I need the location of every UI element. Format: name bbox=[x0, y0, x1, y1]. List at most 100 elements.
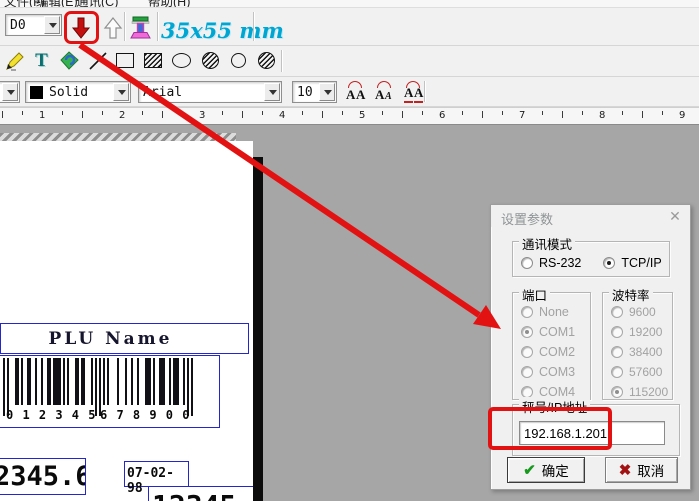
menu-item-4[interactable]: 帮助(H) bbox=[148, 0, 190, 7]
font-button-letter: A bbox=[346, 87, 356, 102]
comm-mode-group: 通讯模式 RS-232 TCP/IP bbox=[512, 234, 670, 277]
font-size-down-button[interactable]: A A bbox=[371, 80, 398, 104]
image-icon bbox=[59, 50, 79, 70]
chevron-down-icon[interactable] bbox=[113, 83, 129, 101]
barcode-digits-right: 6 7 8 9 0 0 bbox=[100, 408, 191, 422]
ip-address-input[interactable] bbox=[519, 421, 665, 445]
fill-style-value: Solid bbox=[49, 85, 89, 100]
ruler-tick bbox=[382, 111, 383, 115]
download-to-scale-button[interactable] bbox=[68, 15, 93, 40]
rectangle-tool-button[interactable] bbox=[112, 48, 137, 73]
font-name-combobox[interactable]: Arial bbox=[138, 81, 282, 103]
radio-icon bbox=[521, 366, 533, 378]
ruler-tick bbox=[82, 111, 83, 118]
radio-label: COM1 bbox=[539, 325, 576, 339]
chevron-down-icon[interactable] bbox=[44, 16, 60, 34]
radio-tcp/ip[interactable]: TCP/IP bbox=[603, 254, 662, 272]
radio-label: 115200 bbox=[629, 385, 669, 399]
toolbar-main: D0 35x55 mm bbox=[0, 8, 699, 46]
ruler-number: 7 bbox=[519, 110, 526, 121]
ruler-number: 4 bbox=[279, 110, 286, 121]
font-size-combobox[interactable]: 10 bbox=[292, 81, 337, 103]
circle-outline-icon bbox=[231, 53, 246, 68]
scale-device-icon bbox=[129, 16, 151, 38]
radio-icon bbox=[611, 386, 623, 398]
comm-mode-label: 通讯模式 bbox=[519, 234, 576, 253]
ruler-tick bbox=[62, 111, 63, 115]
ruler-tick bbox=[142, 111, 143, 115]
clipped-combobox[interactable] bbox=[0, 81, 20, 103]
radio-label: None bbox=[539, 305, 569, 319]
upload-from-scale-button[interactable] bbox=[100, 15, 125, 40]
ruler-tick bbox=[342, 111, 343, 115]
label-number-combobox[interactable]: D0 bbox=[5, 14, 62, 36]
close-icon[interactable]: ✕ bbox=[667, 208, 683, 224]
menu-item-3[interactable]: 通讯(C) bbox=[76, 0, 118, 7]
radio-com2: COM2 bbox=[521, 342, 575, 362]
toolbar-format: Solid Arial 10 A A A A A A bbox=[0, 77, 699, 107]
barcode-field[interactable]: 0 1 2 3 4 5 6 7 8 9 0 0 bbox=[0, 355, 220, 428]
rectangle-hatched-icon bbox=[143, 53, 162, 68]
line-icon bbox=[88, 51, 107, 70]
rectangle-outline-icon bbox=[115, 53, 134, 68]
font-button-letter: A bbox=[404, 85, 414, 103]
radio-label: 38400 bbox=[629, 345, 663, 359]
total-price-field[interactable]: 12345.6 bbox=[148, 486, 253, 501]
scale-settings-button[interactable] bbox=[128, 14, 153, 39]
font-size-up-button[interactable]: A A bbox=[342, 80, 369, 104]
filled-ellipse-tool-button[interactable] bbox=[198, 48, 223, 73]
ruler-tick bbox=[222, 111, 223, 115]
x-icon: ✖ bbox=[618, 462, 632, 479]
font-name-value: Arial bbox=[143, 85, 183, 100]
ruler-tick bbox=[162, 111, 163, 118]
radio-label: COM2 bbox=[539, 345, 576, 359]
price-text: 2345.6 bbox=[0, 461, 85, 492]
ruler-tick bbox=[322, 111, 323, 118]
plu-name-text: PLU Name bbox=[48, 329, 173, 349]
horizontal-ruler: 1 2 3 4 5 6 7 8 9 bbox=[0, 107, 699, 125]
line-tool-button[interactable] bbox=[85, 48, 110, 73]
ruler-tick bbox=[22, 111, 23, 115]
label-size-indicator: 35x55 mm bbox=[161, 18, 284, 43]
radio-icon bbox=[611, 346, 623, 358]
date-field[interactable]: 07-02-98 bbox=[124, 461, 189, 496]
radio-115200: 115200 bbox=[611, 382, 668, 402]
ok-button[interactable]: ✔ 确定 bbox=[507, 457, 585, 483]
text-tool-button[interactable]: T bbox=[29, 48, 54, 73]
price-field[interactable]: 2345.6 bbox=[0, 458, 86, 495]
dialog-title: 设置参数 bbox=[501, 212, 554, 227]
pen-tool-button[interactable] bbox=[2, 48, 27, 73]
radio-19200: 19200 bbox=[611, 322, 668, 342]
image-tool-button[interactable] bbox=[57, 48, 82, 73]
ruler-tick bbox=[402, 111, 403, 118]
fill-style-combobox[interactable]: Solid bbox=[25, 81, 131, 103]
ruler-tick bbox=[102, 111, 103, 115]
font-underline-button[interactable]: A A bbox=[400, 80, 427, 104]
fill-swatch-black bbox=[30, 86, 43, 99]
download-arrow-icon bbox=[71, 17, 90, 39]
ruler-tick bbox=[302, 111, 303, 115]
filled-circle-tool-button[interactable] bbox=[254, 48, 279, 73]
radio-rs-232[interactable]: RS-232 bbox=[521, 254, 581, 272]
chevron-down-icon[interactable] bbox=[2, 83, 18, 101]
total-price-text: 12345.6 bbox=[152, 489, 253, 501]
radio-icon[interactable] bbox=[521, 257, 533, 269]
cancel-button[interactable]: ✖ 取消 bbox=[605, 457, 678, 483]
ruler-tick bbox=[582, 111, 583, 115]
ruler-tick bbox=[482, 111, 483, 118]
plu-name-field[interactable]: PLU Name bbox=[0, 323, 249, 354]
filled-rectangle-tool-button[interactable] bbox=[140, 48, 165, 73]
settings-dialog: 设置参数 ✕ 通讯模式 RS-232 TCP/IP 端口 None COM1 COM2… bbox=[490, 204, 691, 490]
ip-address-group: 秤号/IP地址 bbox=[512, 397, 680, 456]
circle-tool-button[interactable] bbox=[226, 48, 251, 73]
page-drop-shadow bbox=[253, 157, 263, 501]
chevron-down-icon[interactable] bbox=[319, 83, 335, 101]
menu-item-2[interactable]: 编辑(E) bbox=[36, 0, 78, 7]
check-icon: ✔ bbox=[523, 462, 536, 479]
label-design-page[interactable]: PLU Name 0 1 2 3 4 5 6 7 8 9 0 0 2345.6 … bbox=[0, 141, 253, 501]
radio-icon[interactable] bbox=[603, 257, 616, 269]
dialog-title-bar[interactable]: 设置参数 ✕ bbox=[491, 205, 690, 227]
ruler-tick bbox=[662, 111, 663, 115]
chevron-down-icon[interactable] bbox=[264, 83, 280, 101]
ellipse-tool-button[interactable] bbox=[169, 48, 194, 73]
